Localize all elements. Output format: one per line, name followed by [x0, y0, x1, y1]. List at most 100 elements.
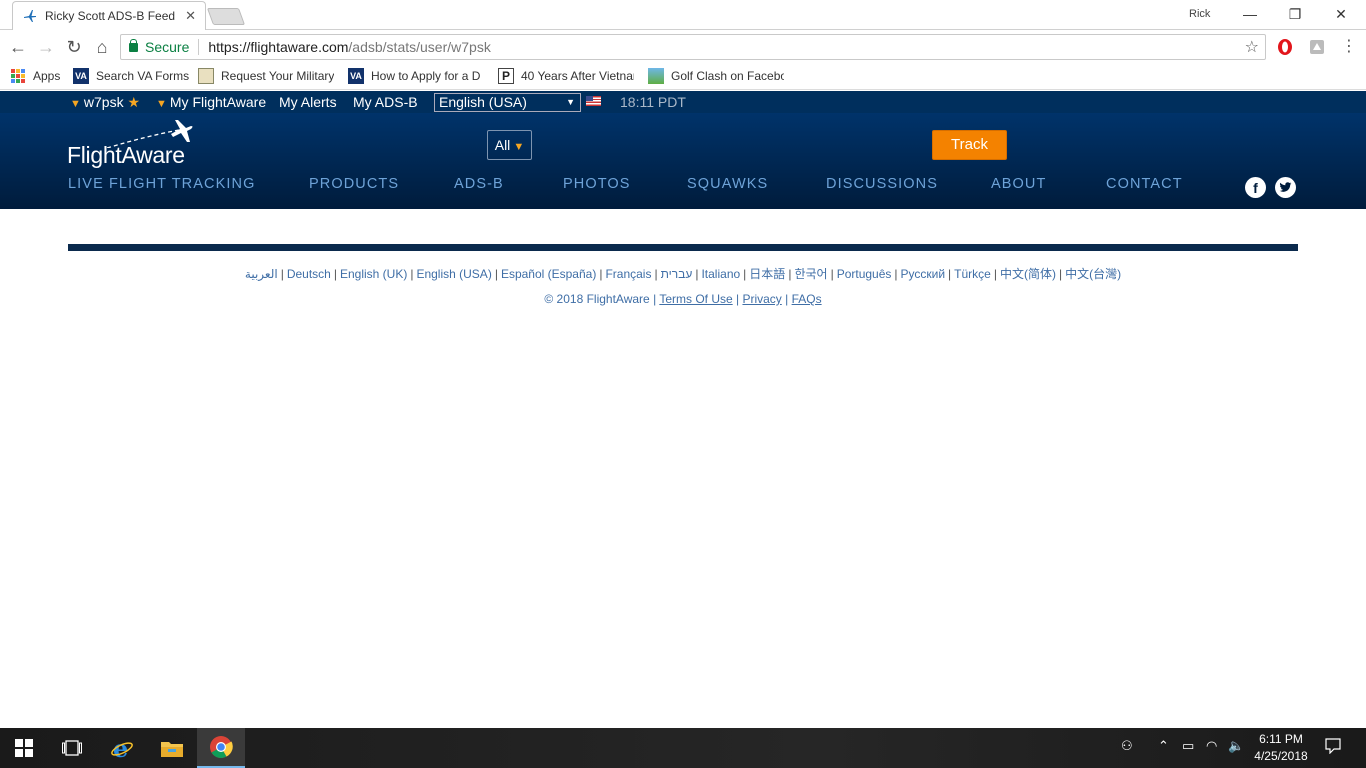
bookmark-golf-clash[interactable]: Golf Clash on Facebo	[648, 68, 784, 84]
bookmark-how-to-apply[interactable]: VA How to Apply for a D	[348, 68, 483, 84]
nav-about[interactable]: ABOUT	[991, 176, 1046, 192]
battery-icon[interactable]: ▭	[1182, 738, 1194, 754]
secure-indicator[interactable]: Secure	[129, 38, 190, 55]
dropdown-arrow-icon: ▼	[566, 97, 575, 107]
bookmark-search-va-forms[interactable]: VA Search VA Forms	[73, 68, 189, 84]
lang-link-portugues[interactable]: Português	[837, 267, 892, 281]
pdf-extension-icon[interactable]	[1308, 38, 1326, 56]
forward-arrow-icon[interactable]: →	[35, 36, 57, 58]
search-scope-select[interactable]: All ▼	[487, 130, 532, 160]
terms-of-use-link[interactable]: Terms Of Use	[659, 292, 732, 306]
nav-squawks[interactable]: SQUAWKS	[687, 176, 768, 192]
people-icon[interactable]: ⚇	[1121, 738, 1133, 754]
browser-tab[interactable]: Ricky Scott ADS-B Feede ✕	[12, 1, 206, 30]
windows-start-icon[interactable]	[0, 728, 48, 768]
golf-icon	[648, 68, 664, 84]
lang-link-espanol[interactable]: Español (España)	[501, 267, 596, 281]
bookmark-apps[interactable]: Apps	[10, 68, 60, 84]
url-host: https://flightaware.com	[208, 39, 349, 55]
lang-link-italiano[interactable]: Italiano	[701, 267, 740, 281]
taskbar-clock[interactable]: 6:11 PM 4/25/2018	[1250, 731, 1312, 765]
internet-explorer-icon[interactable]: e	[98, 728, 146, 768]
faqs-link[interactable]: FAQs	[792, 292, 822, 306]
new-tab-button[interactable]	[206, 8, 246, 25]
home-icon[interactable]: ⌂	[91, 36, 113, 58]
file-explorer-icon[interactable]	[148, 728, 196, 768]
main-nav: LIVE FLIGHT TRACKING PRODUCTS ADS-B PHOT…	[0, 176, 1366, 194]
user-menu[interactable]: ▼ w7psk ★	[70, 94, 140, 111]
logo-text: FlightAware	[67, 142, 185, 168]
link-separator: |	[410, 267, 414, 281]
link-separator: |	[993, 267, 997, 281]
restore-icon[interactable]: ❐	[1280, 4, 1310, 24]
close-window-icon[interactable]: ✕	[1326, 4, 1356, 24]
nav-discussions[interactable]: DISCUSSIONS	[826, 176, 938, 192]
lang-link-korean[interactable]: 한국어	[794, 267, 827, 281]
volume-icon[interactable]: 🔈	[1228, 738, 1244, 754]
privacy-link[interactable]: Privacy	[742, 292, 781, 306]
link-separator: |	[695, 267, 699, 281]
my-alerts-link[interactable]: My Alerts	[279, 94, 337, 110]
secure-label: Secure	[145, 39, 190, 55]
back-arrow-icon[interactable]: ←	[7, 36, 29, 58]
chrome-menu-icon[interactable]: ⋮	[1338, 36, 1360, 58]
chrome-taskbar-icon[interactable]	[197, 728, 245, 768]
lang-link-francais[interactable]: Français	[605, 267, 651, 281]
nav-photos[interactable]: PHOTOS	[563, 176, 631, 192]
bookmark-40-years[interactable]: P 40 Years After Vietnar	[498, 68, 634, 84]
minimize-icon[interactable]: —	[1235, 4, 1265, 24]
my-flightaware-menu[interactable]: ▼ My FlightAware	[156, 94, 266, 110]
va-icon: VA	[73, 68, 89, 84]
lang-link-chinese-simplified[interactable]: 中文(简体)	[1000, 267, 1056, 281]
address-bar[interactable]: Secure https://flightaware.com/adsb/stat…	[120, 34, 1266, 60]
link-separator: |	[649, 292, 660, 306]
task-view-icon[interactable]	[48, 728, 96, 768]
wifi-icon[interactable]: ◠	[1206, 738, 1217, 754]
opera-extension-icon[interactable]	[1276, 38, 1294, 56]
p-icon: P	[498, 68, 514, 84]
my-flightaware-label: My FlightAware	[169, 94, 267, 110]
browser-toolbar: ← → ↻ ⌂ Secure https://flightaware.com/a…	[0, 31, 1366, 63]
track-button[interactable]: Track	[932, 130, 1007, 160]
lang-link-english-uk[interactable]: English (UK)	[340, 267, 407, 281]
my-adsb-link[interactable]: My ADS-B	[353, 94, 418, 110]
flightaware-logo[interactable]: FlightAware	[67, 118, 197, 168]
lang-link-arabic[interactable]: العربية	[245, 267, 278, 281]
plane-favicon-icon	[23, 9, 37, 23]
facebook-icon[interactable]: f	[1245, 177, 1266, 198]
nav-live-flight-tracking[interactable]: LIVE FLIGHT TRACKING	[68, 176, 255, 192]
link-separator: |	[788, 267, 792, 281]
lang-link-english-usa[interactable]: English (USA)	[416, 267, 491, 281]
lang-link-deutsch[interactable]: Deutsch	[287, 267, 331, 281]
link-separator: |	[1058, 267, 1063, 281]
tab-close-icon[interactable]: ✕	[185, 8, 196, 24]
bookmark-request-military[interactable]: Request Your Military	[198, 68, 334, 84]
reload-icon[interactable]: ↻	[63, 36, 85, 58]
language-links: العربية | Deutsch | English (UK) | English (US…	[0, 265, 1366, 282]
link-separator: |	[894, 267, 898, 281]
us-flag-icon	[586, 96, 601, 106]
nav-ads-b[interactable]: ADS-B	[454, 176, 504, 192]
site-topbar: ▼ w7psk ★ ▼ My FlightAware My Alerts My AD…	[0, 91, 1366, 113]
site-header: FlightAware All ▼ Track LIVE FLIGHT TRAC…	[0, 113, 1366, 209]
profile-name[interactable]: Rick	[1189, 8, 1210, 20]
omnibox-separator	[198, 39, 200, 55]
notifications-icon[interactable]	[1325, 738, 1341, 757]
lang-link-russian[interactable]: Русский	[901, 267, 946, 281]
lang-link-chinese-traditional[interactable]: 中文(台灣)	[1065, 267, 1121, 281]
link-separator: |	[280, 267, 284, 281]
nav-contact[interactable]: CONTACT	[1106, 176, 1183, 192]
nav-products[interactable]: PRODUCTS	[309, 176, 399, 192]
bookmark-star-icon[interactable]: ☆	[1245, 37, 1259, 57]
lang-link-turkce[interactable]: Türkçe	[954, 267, 991, 281]
link-separator: |	[743, 267, 747, 281]
twitter-icon[interactable]	[1275, 177, 1296, 198]
lang-link-hebrew[interactable]: עברית	[661, 267, 693, 281]
lang-link-japanese[interactable]: 日本語	[749, 267, 785, 281]
language-select[interactable]: English (USA) ▼	[434, 93, 581, 112]
caret-down-icon: ▼	[70, 98, 81, 110]
bookmarks-bar: Apps VA Search VA Forms Request Your Mil…	[0, 63, 1366, 90]
tray-chevron-up-icon[interactable]: ⌃	[1158, 738, 1169, 754]
link-separator: |	[948, 267, 952, 281]
link-separator: |	[333, 267, 337, 281]
